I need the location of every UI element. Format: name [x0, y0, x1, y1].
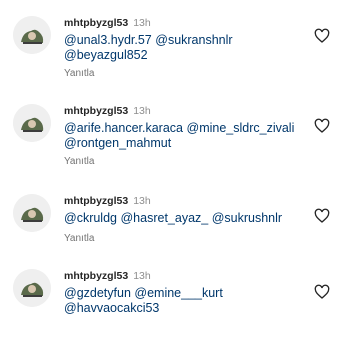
mention-link[interactable]: @havvaocakci53	[64, 301, 159, 315]
comment-username[interactable]: mhtpbyzgl53	[64, 105, 128, 117]
heart-outline-icon[interactable]	[314, 28, 330, 44]
comment-timestamp: 13h	[133, 17, 151, 29]
mention-link[interactable]: @emine___kurt	[134, 286, 222, 300]
comment-item: mhtpbyzgl53 13h @gzdetyfun @emine___kurt …	[0, 268, 350, 348]
mention-link[interactable]: @sukrushnlr	[212, 211, 282, 225]
comment-meta: mhtpbyzgl53 13h	[64, 105, 151, 118]
comment-username[interactable]: mhtpbyzgl53	[64, 17, 128, 29]
reply-button[interactable]: Yanıtla	[64, 233, 94, 245]
avatar[interactable]	[13, 194, 51, 232]
comment-timestamp: 13h	[133, 195, 151, 207]
comment-meta: mhtpbyzgl53 13h	[64, 195, 151, 208]
comment-username[interactable]: mhtpbyzgl53	[64, 195, 128, 207]
comment-meta: mhtpbyzgl53 13h	[64, 17, 151, 30]
comment-item: mhtpbyzgl53 13h @ckruldg @hasret_ayaz_ @s…	[0, 193, 350, 273]
mention-link[interactable]: @beyazgul852	[64, 48, 148, 62]
comment-text: @ckruldg @hasret_ayaz_ @sukrushnlr	[64, 211, 304, 226]
comment-text: @gzdetyfun @emine___kurt @havvaocakci53	[64, 286, 304, 316]
mention-link[interactable]: @gzdetyfun	[64, 286, 131, 300]
comment-text: @unal3.hydr.57 @sukranshnlr @beyazgul852	[64, 33, 304, 63]
mention-link[interactable]: @ckruldg	[64, 211, 117, 225]
comment-meta: mhtpbyzgl53 13h	[64, 270, 151, 283]
comment-timestamp: 13h	[133, 270, 151, 282]
heart-outline-icon[interactable]	[314, 208, 330, 224]
mention-link[interactable]: @mine_sldrc_zivali	[187, 121, 295, 135]
comment-item: mhtpbyzgl53 13h @unal3.hydr.57 @sukranshn…	[0, 15, 350, 95]
mention-link[interactable]: @hasret_ayaz_	[120, 211, 208, 225]
reply-button[interactable]: Yanıtla	[64, 156, 94, 168]
mention-link[interactable]: @rontgen_mahmut	[64, 136, 171, 150]
heart-outline-icon[interactable]	[314, 284, 330, 300]
comment-text: @arife.hancer.karaca @mine_sldrc_zivali …	[64, 121, 304, 151]
reply-button[interactable]: Yanıtla	[64, 68, 94, 80]
mention-link[interactable]: @arife.hancer.karaca	[64, 121, 183, 135]
mention-link[interactable]: @sukranshnlr	[155, 33, 232, 47]
avatar[interactable]	[13, 269, 51, 307]
mention-link[interactable]: @unal3.hydr.57	[64, 33, 152, 47]
avatar[interactable]	[13, 104, 51, 142]
avatar[interactable]	[13, 16, 51, 54]
heart-outline-icon[interactable]	[314, 118, 330, 134]
comment-username[interactable]: mhtpbyzgl53	[64, 270, 128, 282]
comment-timestamp: 13h	[133, 105, 151, 117]
comment-item: mhtpbyzgl53 13h @arife.hancer.karaca @min…	[0, 103, 350, 183]
